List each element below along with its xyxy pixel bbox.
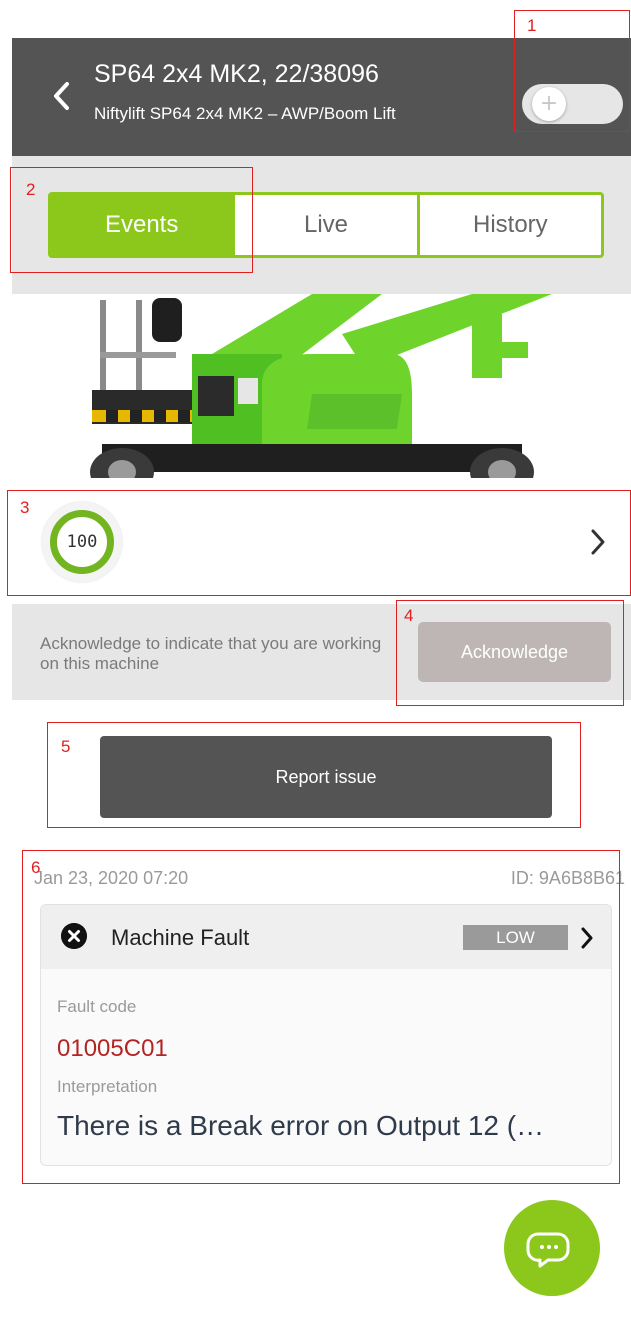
machine-image xyxy=(12,294,631,478)
annotation-box-2 xyxy=(10,167,253,273)
annotation-number-2: 2 xyxy=(26,180,36,199)
acknowledge-hint: Acknowledge to indicate that you are wor… xyxy=(40,634,382,673)
machine-title: SP64 2x4 MK2, 22/38096 xyxy=(94,60,379,88)
annotation-number-1: 1 xyxy=(527,16,537,35)
annotation-number-3: 3 xyxy=(20,498,30,517)
annotation-box-5 xyxy=(47,722,581,828)
machine-subtitle: Niftylift SP64 2x4 MK2 – AWP/Boom Lift xyxy=(94,104,396,123)
annotation-number-4: 4 xyxy=(404,606,414,625)
annotation-box-3 xyxy=(7,490,631,596)
tab-history[interactable]: History xyxy=(416,195,601,255)
chat-button[interactable] xyxy=(504,1200,600,1296)
annotation-box-6 xyxy=(22,850,620,1184)
back-chevron-icon[interactable] xyxy=(50,80,72,112)
boom-lift-illustration xyxy=(90,294,552,478)
annotation-box-4 xyxy=(396,600,624,706)
annotation-number-5: 5 xyxy=(61,737,71,756)
chat-bubble-icon xyxy=(526,1232,570,1268)
annotation-number-6: 6 xyxy=(31,858,41,877)
tab-live[interactable]: Live xyxy=(232,195,416,255)
